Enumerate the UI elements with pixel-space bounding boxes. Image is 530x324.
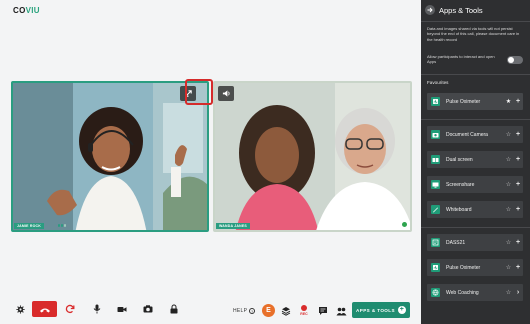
plus-icon: + bbox=[397, 306, 406, 314]
participant-1-video bbox=[13, 83, 207, 230]
refresh-icon bbox=[65, 304, 75, 314]
app-label: Web Coaching bbox=[446, 289, 479, 296]
chat-button[interactable] bbox=[317, 303, 329, 319]
tool-whiteboard[interactable]: Whiteboard ☆ + bbox=[427, 201, 523, 218]
call-area: COVIU JAMIE ROCK WANDA JANES HELP ? E RE… bbox=[0, 0, 421, 324]
add-app-icon[interactable]: + bbox=[513, 98, 523, 105]
highlight-box bbox=[185, 79, 213, 105]
snapshot-button[interactable] bbox=[142, 301, 154, 317]
divider bbox=[421, 227, 530, 228]
app-web-coaching[interactable]: Web Coaching ☆ › bbox=[427, 284, 523, 301]
record-button[interactable]: REC bbox=[298, 303, 310, 319]
favourite-pulse-oximeter[interactable]: Pulse Oximeter ★ + bbox=[427, 93, 523, 110]
microphone-button[interactable] bbox=[91, 301, 103, 317]
tool-dual-screen[interactable]: Dual screen ☆ + bbox=[427, 151, 523, 168]
participants-button[interactable] bbox=[335, 303, 347, 319]
favourites-heading: Favourites bbox=[427, 80, 449, 85]
arrow-right-icon bbox=[427, 7, 433, 13]
help-label: HELP bbox=[233, 308, 248, 314]
question-icon: ? bbox=[249, 308, 256, 314]
participant-name-label: WANDA JANES bbox=[216, 223, 250, 229]
form-icon bbox=[431, 238, 440, 247]
tool-screenshare[interactable]: Screenshare ☆ + bbox=[427, 176, 523, 193]
add-app-icon[interactable]: + bbox=[513, 131, 523, 138]
coviu-logo: COVIU bbox=[13, 6, 40, 15]
switch-camera-button[interactable] bbox=[64, 301, 76, 317]
pulse-oximeter-icon bbox=[431, 263, 440, 272]
apps-and-tools-button[interactable]: APPS & TOOLS + bbox=[352, 302, 410, 318]
tool-document-camera[interactable]: Document Camera ☆ + bbox=[427, 126, 523, 143]
app-label: Dual screen bbox=[446, 156, 473, 163]
people-icon bbox=[336, 307, 346, 315]
star-outline-icon[interactable]: ☆ bbox=[504, 156, 513, 163]
whiteboard-icon bbox=[431, 205, 440, 214]
layers-icon bbox=[281, 307, 291, 316]
connection-status-indicator bbox=[402, 222, 407, 227]
add-app-icon[interactable]: + bbox=[513, 156, 523, 163]
participant-name-label: JAMIE ROCK bbox=[14, 223, 44, 229]
camera-icon bbox=[431, 130, 440, 139]
participant-2-video bbox=[215, 83, 410, 230]
app-pulse-oximeter[interactable]: Pulse Oximeter ☆ + bbox=[427, 259, 523, 276]
app-dass21[interactable]: DASS21 ☆ + bbox=[427, 234, 523, 251]
lock-icon bbox=[170, 304, 178, 314]
add-app-icon[interactable]: + bbox=[513, 264, 523, 271]
user-badge[interactable]: E bbox=[262, 304, 275, 317]
divider bbox=[421, 74, 530, 75]
star-outline-icon[interactable]: ☆ bbox=[504, 181, 513, 188]
star-outline-icon[interactable]: ☆ bbox=[504, 239, 513, 246]
panel-title: Apps & Tools bbox=[439, 5, 483, 15]
app-label: Whiteboard bbox=[446, 206, 472, 213]
dual-screen-icon bbox=[431, 155, 440, 164]
video-tile-2[interactable]: WANDA JANES bbox=[213, 81, 412, 232]
end-call-button[interactable] bbox=[32, 301, 57, 317]
apps-button-label: APPS & TOOLS bbox=[356, 307, 395, 313]
persistence-notice: Data and images shared via tools will no… bbox=[427, 26, 520, 42]
app-label: Pulse Oximeter bbox=[446, 98, 481, 105]
star-outline-icon[interactable]: ☆ bbox=[504, 264, 513, 271]
app-label: Document Camera bbox=[446, 131, 488, 138]
star-outline-icon[interactable]: ☆ bbox=[504, 289, 513, 296]
settings-button[interactable] bbox=[14, 301, 26, 317]
divider bbox=[421, 119, 530, 120]
star-outline-icon[interactable]: ☆ bbox=[504, 131, 513, 138]
panel-header: Apps & Tools bbox=[425, 5, 483, 15]
apps-tools-panel: Apps & Tools Data and images shared via … bbox=[421, 0, 530, 324]
microphone-icon bbox=[93, 304, 101, 314]
signal-strength-icon bbox=[58, 224, 68, 227]
add-app-icon[interactable]: + bbox=[513, 181, 523, 188]
layers-button[interactable] bbox=[280, 303, 292, 319]
screenshare-icon bbox=[431, 180, 440, 189]
speaker-icon bbox=[222, 90, 230, 97]
lock-room-button[interactable] bbox=[168, 301, 180, 317]
app-label: DASS21 bbox=[446, 239, 466, 246]
add-app-icon[interactable]: + bbox=[513, 206, 523, 213]
app-label: Screenshare bbox=[446, 181, 475, 188]
allow-participants-label: Allow participants to interact and open … bbox=[427, 54, 495, 65]
add-app-icon[interactable]: + bbox=[513, 239, 523, 246]
web-coaching-icon bbox=[431, 288, 440, 297]
video-camera-icon bbox=[117, 306, 127, 312]
video-tile-1[interactable]: JAMIE ROCK bbox=[11, 81, 209, 232]
pulse-oximeter-icon bbox=[431, 97, 440, 106]
divider bbox=[421, 21, 530, 22]
hang-up-icon bbox=[39, 308, 50, 312]
photo-camera-icon bbox=[143, 305, 153, 313]
chevron-right-icon[interactable]: › bbox=[513, 289, 523, 296]
camera-button[interactable] bbox=[116, 301, 128, 317]
app-label: Pulse Oximeter bbox=[446, 264, 481, 271]
record-icon bbox=[301, 305, 307, 311]
allow-participants-toggle[interactable] bbox=[507, 56, 523, 64]
back-button[interactable] bbox=[425, 5, 435, 15]
chat-icon bbox=[319, 307, 327, 315]
record-label: REC bbox=[300, 312, 308, 316]
help-link[interactable]: HELP ? bbox=[233, 308, 256, 314]
volume-button[interactable] bbox=[218, 86, 234, 101]
gear-icon bbox=[15, 304, 25, 314]
star-outline-icon[interactable]: ☆ bbox=[504, 206, 513, 213]
star-filled-icon[interactable]: ★ bbox=[504, 98, 513, 105]
